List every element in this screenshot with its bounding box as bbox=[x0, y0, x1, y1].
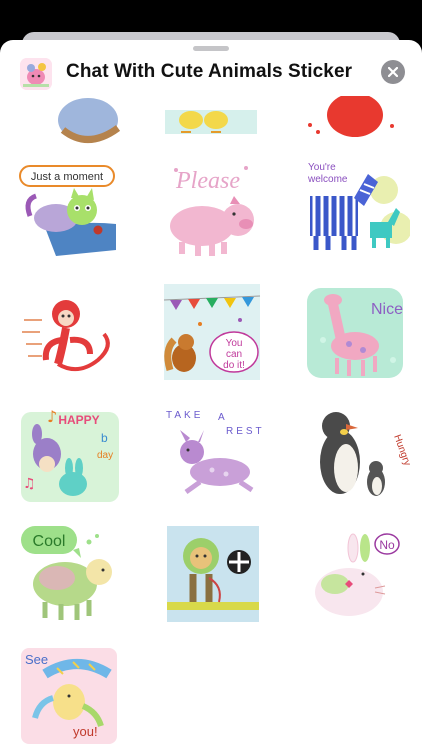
sticker-zebra-welcome[interactable]: You're welcome bbox=[304, 156, 410, 262]
close-button[interactable] bbox=[381, 60, 405, 84]
sticker-bunnies-happy-bday[interactable]: HAPPY b day ♪ ♫ bbox=[17, 402, 123, 508]
sticker-grid[interactable]: Just a moment Please You're welcome You … bbox=[0, 96, 422, 750]
sticker-caption: Nice bbox=[371, 301, 403, 318]
page-title: Chat With Cute Animals Sticker bbox=[66, 61, 353, 82]
app-sticker-icon bbox=[20, 58, 52, 90]
sticker-caption: Hungry bbox=[391, 433, 410, 467]
sticker-lion[interactable] bbox=[163, 522, 263, 626]
sticker-penguins-hungry[interactable]: Hungry bbox=[306, 402, 410, 506]
sticker-caption: Just a moment bbox=[31, 171, 103, 183]
sticker-caption: Please bbox=[175, 168, 240, 194]
sticker-caption: HAPPY bbox=[58, 413, 99, 427]
sticker-bird-see-you[interactable]: See you! bbox=[17, 644, 121, 748]
sticker-pig-please[interactable]: Please bbox=[160, 156, 264, 262]
sticker-caption: No bbox=[379, 538, 395, 552]
sticker-deer-take-a-rest[interactable]: TAKE A REST bbox=[160, 402, 264, 506]
sticker-caption: do it! bbox=[223, 360, 245, 371]
sticker-caption: REST bbox=[226, 426, 264, 437]
svg-text:♫: ♫ bbox=[23, 476, 36, 492]
sticker-caption: A bbox=[218, 412, 225, 423]
sticker-caption: you! bbox=[73, 724, 98, 739]
sticker-caption: See bbox=[25, 652, 48, 667]
sticker-sheep-cool[interactable]: Cool bbox=[17, 522, 121, 626]
sticker-sheet: Chat With Cute Animals Sticker Just a mo… bbox=[0, 40, 422, 750]
sticker-caption: You're bbox=[308, 162, 336, 173]
sticker-caption: TAKE bbox=[166, 410, 203, 421]
sticker-giraffe-nice[interactable]: Nice bbox=[303, 280, 407, 384]
sheet-header: Chat With Cute Animals Sticker bbox=[0, 54, 422, 94]
sheet-grabber[interactable] bbox=[193, 46, 229, 51]
sticker-chicks[interactable] bbox=[161, 96, 261, 150]
sticker-caption: day bbox=[97, 450, 113, 461]
sticker-rabbit-no[interactable]: No bbox=[305, 522, 409, 626]
sticker-caption: Cool bbox=[33, 533, 66, 550]
sticker-caption: welcome bbox=[307, 174, 348, 185]
sticker-caption: You bbox=[226, 338, 243, 349]
sticker-caption: b bbox=[101, 431, 108, 445]
sticker-red-animal[interactable] bbox=[300, 96, 400, 150]
sticker-bird[interactable] bbox=[38, 96, 138, 150]
sticker-cat-just-a-moment[interactable]: Just a moment bbox=[16, 160, 122, 260]
sticker-monkey[interactable] bbox=[18, 280, 122, 384]
svg-text:♪: ♪ bbox=[47, 407, 57, 426]
sticker-squirrel-you-can-do-it[interactable]: You can do it! bbox=[160, 280, 264, 384]
close-icon bbox=[388, 67, 398, 77]
sticker-caption: can bbox=[226, 349, 242, 360]
